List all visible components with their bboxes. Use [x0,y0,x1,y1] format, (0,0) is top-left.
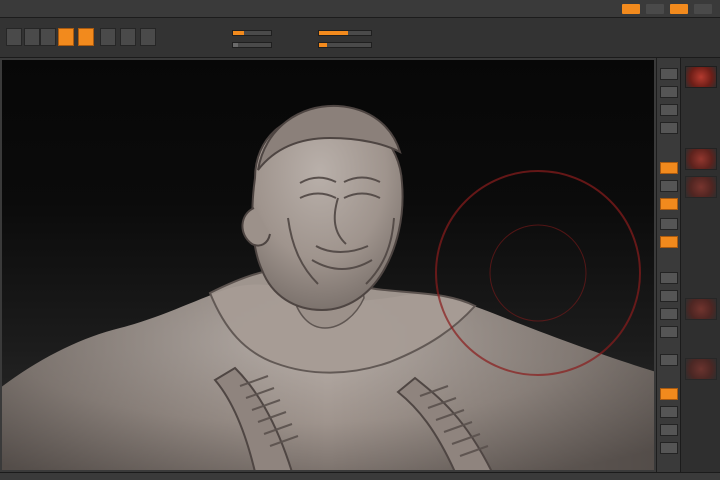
xpose-icon[interactable] [660,442,678,454]
default-ui-button[interactable] [670,4,688,14]
script-button[interactable] [694,4,712,14]
sculpt-render [0,104,656,472]
z-intensity-slider[interactable] [232,30,272,36]
z-intensity-fill [233,31,245,35]
rgb-intensity-slider[interactable] [232,42,272,48]
zoom-button[interactable] [660,122,678,134]
ghost-icon[interactable] [660,406,678,418]
canvas-icon[interactable] [24,28,40,46]
move-icon[interactable] [100,28,116,46]
texture-thumb[interactable] [685,358,717,380]
material-thumb[interactable] [685,66,717,88]
rotate-icon[interactable] [140,28,156,46]
toolbar [0,18,720,58]
edit-icon[interactable] [58,28,74,46]
alpha-thumb[interactable] [685,298,717,320]
rgb-intensity-fill [233,43,238,47]
draw-size-slider[interactable] [318,30,372,36]
draw-size-fill [319,31,348,35]
scale-icon[interactable] [120,28,136,46]
xyz-icon[interactable] [660,236,678,248]
scroll-button[interactable] [660,104,678,116]
focal-shift-fill [319,43,327,47]
quicksave-button[interactable] [622,4,640,14]
brush-cursor-inner-ring [489,224,587,322]
menu-bar [0,0,720,18]
brush-thumb[interactable] [685,148,717,170]
focal-shift-slider[interactable] [318,42,372,48]
local-button[interactable] [660,198,678,210]
status-bar [0,472,720,480]
layout-button[interactable] [646,4,664,14]
scale-view-icon[interactable] [660,308,678,320]
polyf-icon[interactable] [660,354,678,366]
right-shelf [656,58,680,472]
frame-icon[interactable] [660,272,678,284]
viewport-canvas[interactable] [0,58,656,472]
lightbox-icon[interactable] [40,28,56,46]
l-sym-button[interactable] [660,218,678,230]
bpr-button[interactable] [660,68,678,80]
solo-icon[interactable] [660,424,678,436]
menu-icon[interactable] [6,28,22,46]
menu-right-controls [572,0,720,18]
stroke-thumb[interactable] [685,176,717,198]
floor-button[interactable] [660,180,678,192]
transp-icon[interactable] [660,388,678,400]
spix-button[interactable] [660,86,678,98]
rotate-view-icon[interactable] [660,326,678,338]
right-tray [680,58,720,472]
draw-icon[interactable] [78,28,94,46]
persp-button[interactable] [660,162,678,174]
move-view-icon[interactable] [660,290,678,302]
